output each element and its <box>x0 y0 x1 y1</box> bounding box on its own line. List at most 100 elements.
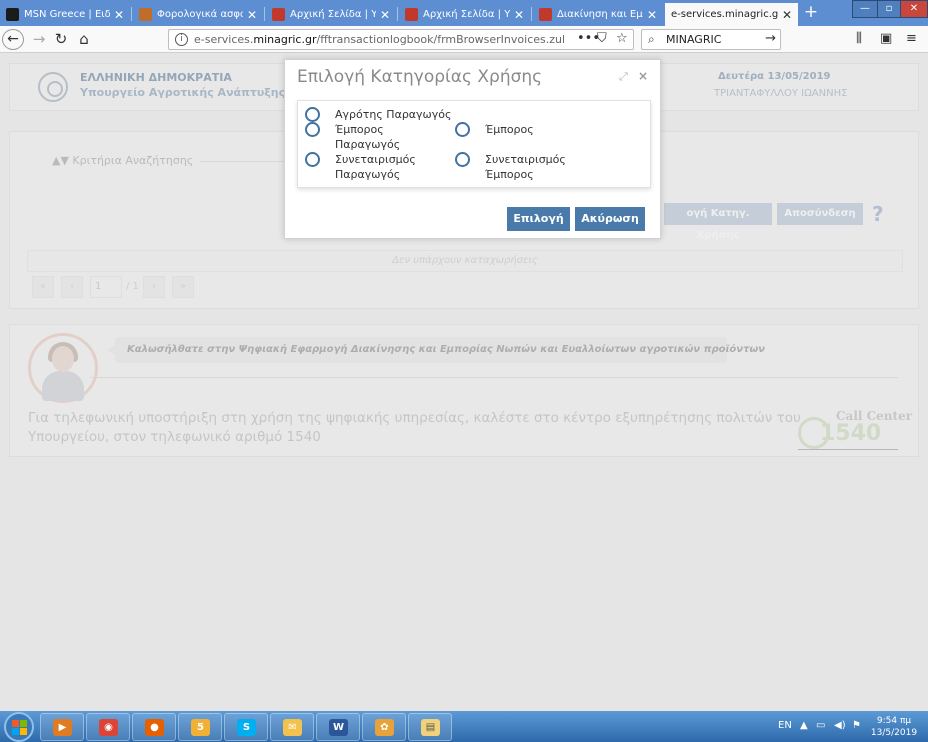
tab-e-services-active[interactable]: e-services.minagric.gr/fftra ✕ <box>665 3 798 26</box>
browser-nav-bar: ← → ↻ ⌂ i e-services.minagric.gr/fftrans… <box>0 26 928 53</box>
tab-title: MSN Greece | Ειδήσεις <box>24 9 110 20</box>
word-icon: W <box>329 719 348 736</box>
network-icon[interactable]: ▭ <box>816 720 825 731</box>
tab-title: Διακίνηση και Εμπορία <box>557 9 643 20</box>
close-icon[interactable]: ✕ <box>782 8 792 22</box>
site-icon <box>405 8 418 21</box>
tab-separator <box>264 7 265 21</box>
firefox-icon: ● <box>145 719 164 736</box>
search-bar[interactable]: ⌕ MINAGRIC → <box>641 29 781 50</box>
chrome-icon: ◉ <box>99 719 118 736</box>
close-icon[interactable]: ✕ <box>380 8 390 22</box>
language-indicator[interactable]: EN <box>778 720 792 731</box>
home-button[interactable]: ⌂ <box>74 29 94 50</box>
search-go-icon[interactable]: → <box>765 31 776 46</box>
close-icon[interactable]: ✕ <box>247 8 257 22</box>
site-icon <box>272 8 285 21</box>
action-center-flag-icon[interactable]: ⚑ <box>852 720 861 731</box>
url-domain: minagric.gr <box>253 33 317 46</box>
radio-merchant[interactable] <box>455 122 470 137</box>
minimize-button[interactable]: — <box>852 0 878 18</box>
taskbar-explorer[interactable]: ▤ <box>408 713 452 741</box>
menu-icon[interactable]: ≡ <box>906 31 917 46</box>
tab-ministry-home-1[interactable]: Αρχική Σελίδα | Υπουργ ✕ <box>266 3 396 26</box>
select-button[interactable]: Επιλογή <box>507 207 570 231</box>
taskbar-app-grid[interactable]: ✿ <box>362 713 406 741</box>
close-icon[interactable]: ✕ <box>114 8 124 22</box>
close-icon[interactable]: × <box>638 69 648 83</box>
back-button[interactable]: ← <box>2 29 24 50</box>
option-label: Έμπορος <box>485 123 534 136</box>
url-prefix: e-services. <box>194 33 254 46</box>
volume-icon[interactable]: ◀) <box>834 720 846 731</box>
skype-icon: S <box>237 719 256 736</box>
radio-cooperative-merchant[interactable] <box>455 152 470 167</box>
tab-ministry-home-2[interactable]: Αρχική Σελίδα | Υπουργ ✕ <box>399 3 530 26</box>
radio-farmer-producer[interactable] <box>305 107 320 122</box>
mail-icon: ✉ <box>283 719 302 736</box>
taskbar-media-player[interactable]: ▶ <box>40 713 84 741</box>
app-grid-icon: ✿ <box>375 719 394 736</box>
radio-merchant-producer[interactable] <box>305 122 320 137</box>
tab-separator <box>531 7 532 21</box>
search-input[interactable]: MINAGRIC <box>666 33 721 46</box>
url-bar[interactable]: i e-services.minagric.gr/fftransactionlo… <box>168 29 634 50</box>
url-path: /fftransactionlogbook/frmBrowserInvoices… <box>316 33 566 46</box>
clock-time: 9:54 πμ <box>876 716 912 726</box>
windows-taskbar: ▶ ◉ ● 5 S ✉ W ✿ ▤ EN ▲ ▭ ◀) ⚑ 9:54 πμ 13… <box>0 711 928 742</box>
url-text: e-services.minagric.gr/fftransactionlogb… <box>194 33 565 46</box>
taskbar-skype[interactable]: S <box>224 713 268 741</box>
taskbar-app-5[interactable]: 5 <box>178 713 222 741</box>
media-player-icon: ▶ <box>53 719 72 736</box>
tab-msn[interactable]: MSN Greece | Ειδήσεις ✕ <box>0 3 130 26</box>
radio-cooperative-producer[interactable] <box>305 152 320 167</box>
taskbar-firefox[interactable]: ● <box>132 713 176 741</box>
new-tab-button[interactable]: + <box>800 2 822 22</box>
explorer-icon: ▤ <box>421 719 440 736</box>
window-close-button[interactable]: ✕ <box>900 0 928 18</box>
site-icon <box>139 8 152 21</box>
info-icon[interactable]: i <box>175 33 188 46</box>
taskbar-word[interactable]: W <box>316 713 360 741</box>
tab-separator <box>131 7 132 21</box>
windows-start-icon[interactable] <box>4 712 34 742</box>
tab-separator <box>397 7 398 21</box>
category-options: Αγρότης Παραγωγός Έμπορος Παραγωγός Συνε… <box>297 100 651 188</box>
cancel-button[interactable]: Ακύρωση <box>575 207 645 231</box>
tab-title: Φορολογικά ασφαλιστ <box>157 9 243 20</box>
pocket-icon[interactable]: ⛉ <box>597 31 607 46</box>
taskbar-mail[interactable]: ✉ <box>270 713 314 741</box>
tab-tax-insurance[interactable]: Φορολογικά ασφαλιστ ✕ <box>133 3 263 26</box>
category-dialog: Επιλογή Κατηγορίας Χρήσης ⤢ × Αγρότης Πα… <box>284 59 661 239</box>
option-label: Αγρότης Παραγωγός <box>335 108 452 121</box>
library-icon[interactable]: ⫼ <box>856 31 862 46</box>
taskbar-chrome[interactable]: ◉ <box>86 713 130 741</box>
reload-button[interactable]: ↻ <box>52 29 70 50</box>
option-label: Έμπορος <box>335 123 384 136</box>
tab-title: e-services.minagric.gr/fftra <box>671 9 778 20</box>
bookmark-star-icon[interactable]: ☆ <box>616 31 628 46</box>
tab-title: Αρχική Σελίδα | Υπουργ <box>290 9 376 20</box>
app-5-icon: 5 <box>191 719 210 736</box>
forward-button[interactable]: → <box>30 29 48 50</box>
msn-icon <box>6 8 19 21</box>
clock-date: 13/5/2019 <box>870 728 918 738</box>
option-label: Συνεταιρισμός <box>485 153 566 166</box>
restore-button[interactable]: ▫ <box>877 0 901 18</box>
option-label: Έμπορος <box>485 168 534 181</box>
close-icon[interactable]: ✕ <box>514 8 524 22</box>
option-label: Παραγωγός <box>335 138 401 151</box>
maximize-icon[interactable]: ⤢ <box>619 70 628 84</box>
option-label: Παραγωγός <box>335 168 401 181</box>
browser-tab-bar: MSN Greece | Ειδήσεις ✕ Φορολογικά ασφαλ… <box>0 0 928 26</box>
tab-title: Αρχική Σελίδα | Υπουργ <box>423 9 510 20</box>
show-hidden-icons-icon[interactable]: ▲ <box>800 720 808 731</box>
clock[interactable]: 9:54 πμ 13/5/2019 <box>868 715 920 739</box>
option-label: Συνεταιρισμός <box>335 153 416 166</box>
dialog-title: Επιλογή Κατηγορίας Χρήσης <box>297 67 543 87</box>
tab-distribution-trade[interactable]: Διακίνηση και Εμπορία ✕ <box>533 3 663 26</box>
site-icon <box>539 8 552 21</box>
search-icon: ⌕ <box>648 32 655 46</box>
close-icon[interactable]: ✕ <box>647 8 657 22</box>
sidebar-icon[interactable]: ▣ <box>880 31 892 46</box>
